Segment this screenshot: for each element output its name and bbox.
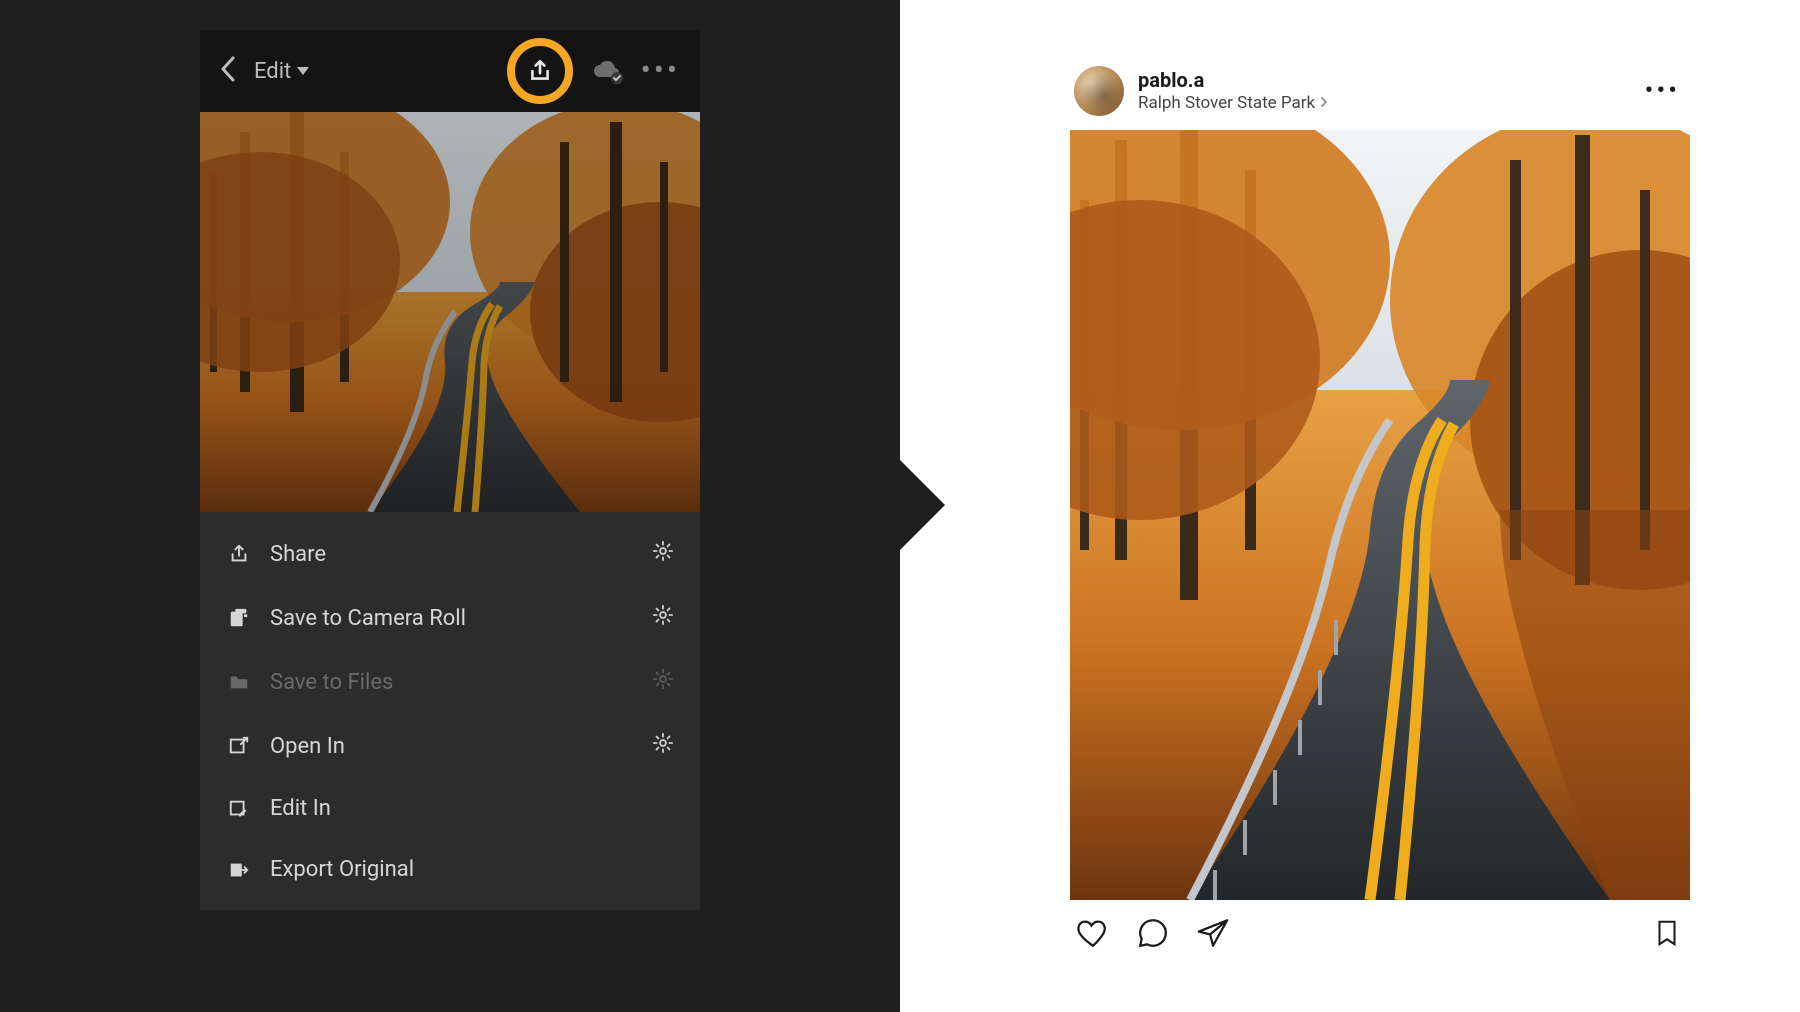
- share-menu: Share Save to Camera Roll Save to File: [200, 512, 700, 910]
- post-photo[interactable]: [1070, 130, 1690, 900]
- chevron-right-icon: [1319, 95, 1329, 113]
- gear-icon: [652, 668, 674, 696]
- open-in-icon: [226, 735, 252, 757]
- post-header-text[interactable]: pablo.a Ralph Stover State Park: [1138, 68, 1631, 114]
- lightroom-phone: Edit •••: [200, 30, 700, 910]
- comment-button[interactable]: [1136, 916, 1170, 950]
- more-button[interactable]: •••: [641, 56, 680, 86]
- lightroom-panel: Edit •••: [0, 0, 900, 1012]
- instagram-post: pablo.a Ralph Stover State Park •••: [1070, 60, 1690, 950]
- menu-label: Export Original: [270, 857, 674, 882]
- bookmark-button[interactable]: [1650, 916, 1684, 950]
- gear-icon[interactable]: [652, 604, 674, 632]
- gear-icon[interactable]: [652, 732, 674, 760]
- menu-item-export-original[interactable]: Export Original: [200, 839, 700, 900]
- menu-item-save-files: Save to Files: [200, 650, 700, 714]
- menu-item-share[interactable]: Share: [200, 522, 700, 586]
- menu-label: Edit In: [270, 796, 674, 821]
- location: Ralph Stover State Park: [1138, 93, 1631, 114]
- menu-label: Save to Camera Roll: [270, 606, 634, 631]
- username: pablo.a: [1138, 68, 1631, 93]
- send-button[interactable]: [1196, 916, 1230, 950]
- avatar[interactable]: [1074, 66, 1124, 116]
- caret-down-icon: [297, 67, 309, 75]
- transition-arrow-icon: [900, 460, 945, 550]
- location-text: Ralph Stover State Park: [1138, 93, 1315, 114]
- share-button[interactable]: [507, 38, 573, 104]
- photo-preview[interactable]: [200, 112, 700, 512]
- post-actions: [1070, 900, 1690, 950]
- menu-label: Save to Files: [270, 670, 634, 695]
- post-header: pablo.a Ralph Stover State Park •••: [1070, 60, 1690, 130]
- export-original-icon: [226, 859, 252, 881]
- menu-label: Share: [270, 542, 634, 567]
- cloud-sync-icon[interactable]: [591, 59, 623, 83]
- back-button[interactable]: [220, 56, 236, 86]
- edit-dropdown[interactable]: Edit: [254, 59, 309, 84]
- menu-label: Open In: [270, 734, 634, 759]
- camera-roll-icon: [226, 607, 252, 629]
- edit-in-icon: [226, 798, 252, 820]
- like-button[interactable]: [1076, 916, 1110, 950]
- gear-icon[interactable]: [652, 540, 674, 568]
- menu-item-edit-in[interactable]: Edit In: [200, 778, 700, 839]
- instagram-panel: pablo.a Ralph Stover State Park •••: [900, 0, 1800, 1012]
- menu-item-save-camera-roll[interactable]: Save to Camera Roll: [200, 586, 700, 650]
- lightroom-topbar: Edit •••: [200, 30, 700, 112]
- share-icon: [226, 543, 252, 565]
- menu-item-open-in[interactable]: Open In: [200, 714, 700, 778]
- post-more-button[interactable]: •••: [1645, 76, 1686, 106]
- edit-label: Edit: [254, 59, 291, 84]
- folder-icon: [226, 671, 252, 693]
- share-icon: [527, 58, 553, 84]
